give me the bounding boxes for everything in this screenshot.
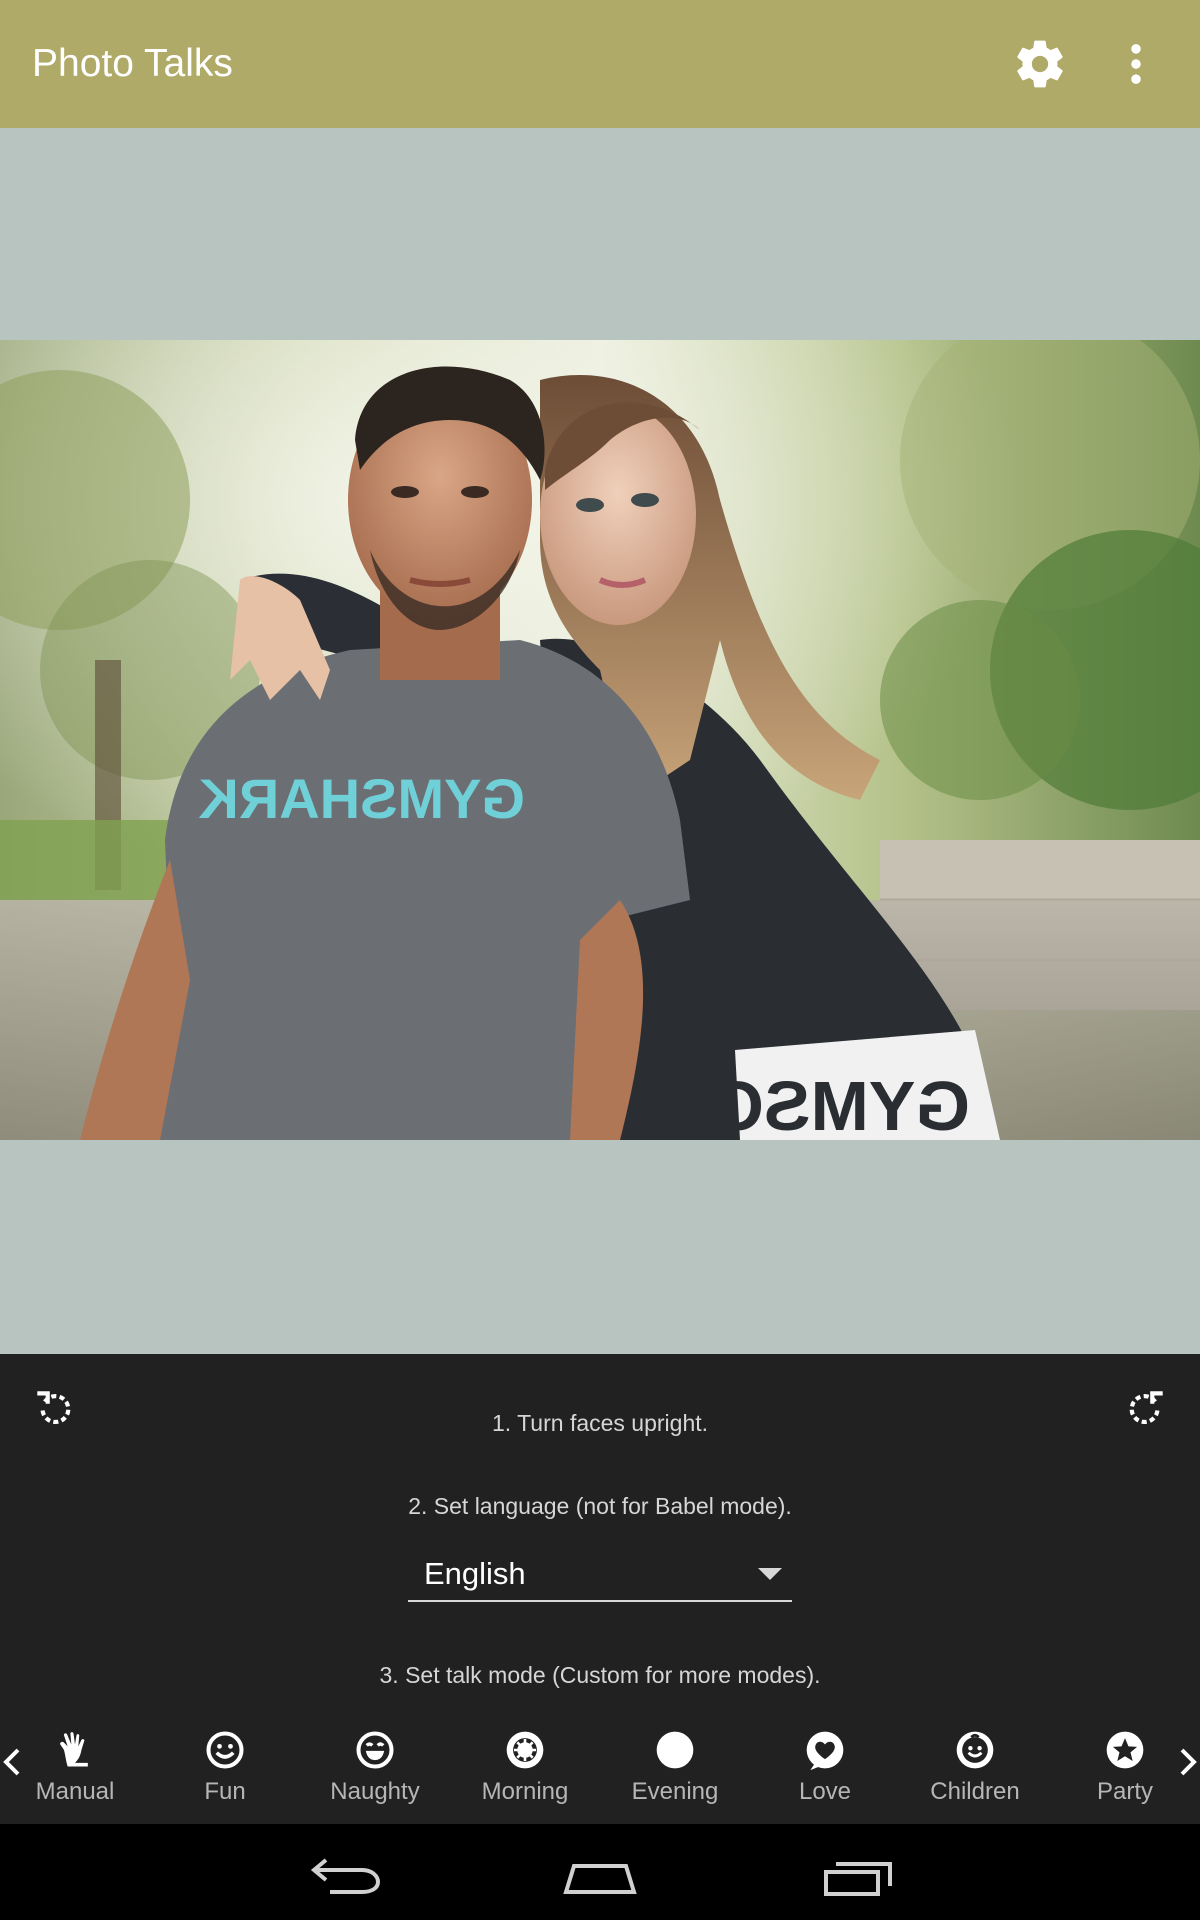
recent-apps-icon[interactable] xyxy=(820,1846,900,1902)
mode-evening[interactable]: Evening xyxy=(615,1722,735,1822)
mode-children[interactable]: Children xyxy=(915,1722,1035,1822)
step-2-text: 2. Set language (not for Babel mode). xyxy=(408,1493,792,1519)
step-3-text: 3. Set talk mode (Custom for more modes)… xyxy=(379,1662,821,1688)
star-icon xyxy=(1106,1731,1144,1769)
grin-icon xyxy=(356,1731,394,1769)
mode-morning[interactable]: Morning xyxy=(465,1722,585,1822)
mode-label: Morning xyxy=(481,1778,569,1805)
mode-love[interactable]: Love xyxy=(765,1722,885,1822)
back-icon[interactable] xyxy=(306,1846,386,1902)
shirt-print: GYMSHARK xyxy=(198,767,525,830)
rotate-right-icon[interactable] xyxy=(1120,1384,1170,1434)
more-vertical-icon[interactable] xyxy=(1110,36,1162,92)
chevron-right-icon[interactable] xyxy=(1176,1742,1200,1782)
smiley-icon xyxy=(206,1731,244,1769)
mode-label: Naughty xyxy=(330,1778,420,1805)
heart-icon xyxy=(806,1731,844,1771)
mode-manual[interactable]: Manual xyxy=(15,1722,135,1822)
mode-label: Children xyxy=(930,1778,1020,1805)
mode-label: Manual xyxy=(35,1778,115,1805)
photo-canvas: GYMSO GYMSHARK xyxy=(0,128,1200,1354)
language-spinner[interactable]: English xyxy=(408,1546,792,1602)
language-value: English xyxy=(424,1556,526,1591)
mode-label: Fun xyxy=(204,1778,246,1805)
mode-naughty[interactable]: Naughty xyxy=(315,1722,435,1822)
mode-party[interactable]: Party xyxy=(1065,1722,1185,1822)
moon-icon xyxy=(656,1731,694,1769)
sun-icon xyxy=(506,1731,544,1769)
mode-label: Party xyxy=(1096,1778,1153,1805)
hand-icon xyxy=(60,1732,88,1767)
dropdown-arrow-icon xyxy=(758,1568,782,1580)
app-title: Photo Talks xyxy=(32,42,233,85)
hem-print: GYMSO xyxy=(709,1067,970,1140)
couple-photo[interactable]: GYMSO GYMSHARK xyxy=(0,340,1200,1140)
mode-label: Evening xyxy=(631,1778,719,1805)
talk-mode-bar: Manual Fun Naughty Morning Evening Love … xyxy=(0,1714,1200,1824)
gear-icon[interactable] xyxy=(1012,36,1068,92)
app-bar: Photo Talks xyxy=(0,0,1200,128)
child-icon xyxy=(956,1731,994,1769)
mode-label: Love xyxy=(798,1778,852,1805)
step-1-text: 1. Turn faces upright. xyxy=(491,1410,709,1436)
system-nav-bar xyxy=(0,1824,1200,1920)
home-icon[interactable] xyxy=(560,1846,640,1902)
mode-fun[interactable]: Fun xyxy=(165,1722,285,1822)
